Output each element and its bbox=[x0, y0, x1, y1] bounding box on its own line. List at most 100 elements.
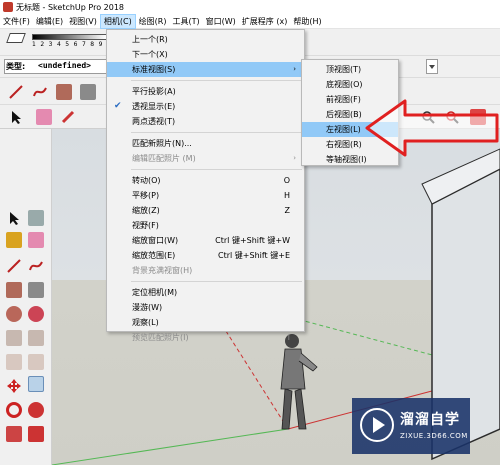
menu-item-6[interactable]: 窗口(W) bbox=[203, 14, 239, 29]
menu-item-8[interactable]: 帮助(H) bbox=[290, 14, 324, 29]
camera-menu-item[interactable]: 视野(F) bbox=[107, 218, 304, 233]
camera-menu-item-label: 转动(O) bbox=[132, 176, 161, 185]
camera-menu-item[interactable]: 背景充满视窗(H) bbox=[107, 263, 304, 278]
camera-menu-item-label: 透视显示(E) bbox=[132, 102, 176, 111]
scale-numbers: 1 2 3 4 5 6 7 8 9 bbox=[32, 41, 104, 48]
camera-menu-item-shortcut: Ctrl 键+Shift 键+E bbox=[218, 251, 290, 260]
camera-menu-item-shortcut: O bbox=[283, 176, 290, 185]
submenu-arrow-icon: › bbox=[293, 154, 296, 162]
menu-item-4[interactable]: 绘图(R) bbox=[136, 14, 170, 29]
camera-menu-item[interactable]: 平行投影(A) bbox=[107, 84, 304, 99]
follow-me-icon[interactable] bbox=[28, 354, 44, 370]
camera-menu-item[interactable]: 观察(L) bbox=[107, 315, 304, 330]
menu-separator bbox=[131, 80, 302, 81]
rotate-tool-icon[interactable] bbox=[6, 402, 22, 418]
menu-separator bbox=[131, 132, 302, 133]
camera-menu-item-label: 两点透视(T) bbox=[132, 117, 176, 126]
move-tool-icon[interactable] bbox=[6, 378, 22, 394]
pencil-icon[interactable] bbox=[60, 109, 76, 125]
camera-menu-item-label: 预览匹配照片(I) bbox=[132, 333, 189, 342]
scale-tool-icon[interactable] bbox=[6, 426, 22, 442]
annotation-arrow-icon bbox=[365, 99, 499, 157]
menu-item-5[interactable]: 工具(T) bbox=[170, 14, 203, 29]
standard-view-item[interactable]: 底视图(O) bbox=[302, 77, 398, 92]
camera-menu-item-label: 平移(P) bbox=[132, 191, 160, 200]
follow-me-tool-icon[interactable] bbox=[28, 402, 44, 418]
watermark-title: 溜溜自学 bbox=[400, 412, 460, 428]
line-tool-icon-2[interactable] bbox=[6, 258, 22, 274]
menu-item-3[interactable]: 相机(C) bbox=[99, 13, 136, 29]
camera-menu-item[interactable]: 编辑匹配照片 (M) › bbox=[107, 151, 304, 166]
menu-item-2[interactable]: 视图(V) bbox=[66, 14, 100, 29]
standard-view-label: 底视图(O) bbox=[326, 80, 363, 89]
entity-type-label: 类型: bbox=[6, 62, 26, 71]
standard-view-label: 顶视图(T) bbox=[326, 65, 362, 74]
standard-view-label: 后视图(B) bbox=[326, 110, 362, 119]
submenu-arrow-icon: › bbox=[293, 65, 296, 73]
camera-menu-item[interactable]: 缩放(Z) Z bbox=[107, 203, 304, 218]
camera-menu-item[interactable]: 匹配新照片(N)... bbox=[107, 136, 304, 151]
entity-type-value: <undefined> bbox=[38, 61, 91, 70]
sketchup-logo-icon bbox=[3, 2, 13, 12]
menu-separator bbox=[131, 281, 302, 282]
menu-item-0[interactable]: 文件(F) bbox=[0, 14, 33, 29]
camera-menu-item[interactable]: 上一个(R) bbox=[107, 32, 304, 47]
style-dropdown[interactable] bbox=[426, 59, 438, 74]
eraser-tool-icon[interactable] bbox=[36, 109, 52, 125]
window-title: 无标题 - SketchUp Pro 2018 bbox=[16, 2, 124, 12]
pie-tool-icon[interactable] bbox=[28, 330, 44, 346]
select-tool-icon[interactable] bbox=[6, 210, 22, 226]
arc-2pt-icon[interactable] bbox=[6, 330, 22, 346]
paint-bucket-icon[interactable] bbox=[6, 232, 22, 248]
menu-item-1[interactable]: 编辑(E) bbox=[33, 14, 66, 29]
camera-menu: 上一个(R) 下一个(X) 标准视图(S) › 平行投影(A) ✔ 透视显示(E) 两点透视(… bbox=[106, 29, 305, 342]
camera-menu-item-shortcut: Z bbox=[284, 206, 290, 215]
camera-menu-item-label: 编辑匹配照片 (M) bbox=[132, 154, 196, 163]
camera-menu-item-shortcut: I bbox=[287, 333, 290, 342]
camera-menu-item-label: 下一个(X) bbox=[132, 50, 168, 59]
camera-menu-item-label: 观察(L) bbox=[132, 318, 159, 327]
camera-menu-item-label: 缩放窗口(W) bbox=[132, 236, 179, 245]
camera-menu-item-label: 匹配新照片(N)... bbox=[132, 139, 192, 148]
standard-view-label: 右视图(R) bbox=[326, 140, 362, 149]
menu-bar: 文件(F) 编辑(E) 视图(V) 相机(C) 绘图(R) 工具(T) 窗口(W) 扩展程序 … bbox=[0, 13, 500, 29]
camera-menu-item[interactable]: 定位相机(M) bbox=[107, 285, 304, 300]
watermark-logo: 溜溜自学 ZIXUE.3D66.COM bbox=[352, 398, 470, 454]
polygon-tool-icon[interactable] bbox=[28, 306, 44, 322]
freehand-tool-icon[interactable] bbox=[32, 84, 48, 100]
line-tool-icon[interactable] bbox=[8, 84, 24, 100]
camera-menu-item[interactable]: 平移(P) H bbox=[107, 188, 304, 203]
rectangle-tool-icon-2[interactable] bbox=[6, 282, 22, 298]
camera-menu-item[interactable]: 转动(O) O bbox=[107, 173, 304, 188]
rotated-rectangle-icon[interactable] bbox=[80, 84, 96, 100]
select-arrow-icon[interactable] bbox=[8, 109, 24, 125]
camera-menu-item-label: 视野(F) bbox=[132, 221, 159, 230]
eraser-tool-icon-2[interactable] bbox=[28, 232, 44, 248]
camera-menu-item-label: 缩放(Z) bbox=[132, 206, 160, 215]
standard-view-item[interactable]: 顶视图(T) bbox=[302, 62, 398, 77]
camera-menu-item[interactable]: ✔ 透视显示(E) bbox=[107, 99, 304, 114]
camera-menu-item[interactable]: 缩放窗口(W) Ctrl 键+Shift 键+W bbox=[107, 233, 304, 248]
watermark-url: ZIXUE.3D66.COM bbox=[400, 432, 468, 440]
camera-menu-item[interactable]: 漫游(W) bbox=[107, 300, 304, 315]
camera-menu-item-label: 平行投影(A) bbox=[132, 87, 176, 96]
camera-menu-item-shortcut: H bbox=[283, 191, 290, 200]
standard-view-label: 左视图(L) bbox=[326, 125, 361, 134]
camera-menu-item[interactable]: 预览匹配照片(I) I bbox=[107, 330, 304, 345]
arc-tool-icon[interactable] bbox=[28, 258, 44, 274]
camera-menu-item[interactable]: 两点透视(T) bbox=[107, 114, 304, 129]
camera-menu-item[interactable]: 标准视图(S) › bbox=[107, 62, 304, 77]
offset-tool-icon[interactable] bbox=[28, 426, 44, 442]
menu-item-7[interactable]: 扩展程序 (x) bbox=[239, 14, 291, 29]
camera-menu-item-shortcut: Ctrl 键+Shift 键+W bbox=[215, 236, 290, 245]
push-pull-tool-icon[interactable] bbox=[28, 376, 44, 392]
camera-menu-item[interactable]: 缩放范围(E) Ctrl 键+Shift 键+E bbox=[107, 248, 304, 263]
rectangle-tool-icon[interactable] bbox=[56, 84, 72, 100]
camera-menu-item[interactable]: 下一个(X) bbox=[107, 47, 304, 62]
circle-tool-icon[interactable] bbox=[6, 306, 22, 322]
opacity-scale[interactable] bbox=[32, 34, 107, 40]
menu-separator bbox=[131, 169, 302, 170]
make-component-icon[interactable] bbox=[28, 210, 44, 226]
rotated-rectangle-icon-2[interactable] bbox=[28, 282, 44, 298]
push-pull-icon[interactable] bbox=[6, 354, 22, 370]
